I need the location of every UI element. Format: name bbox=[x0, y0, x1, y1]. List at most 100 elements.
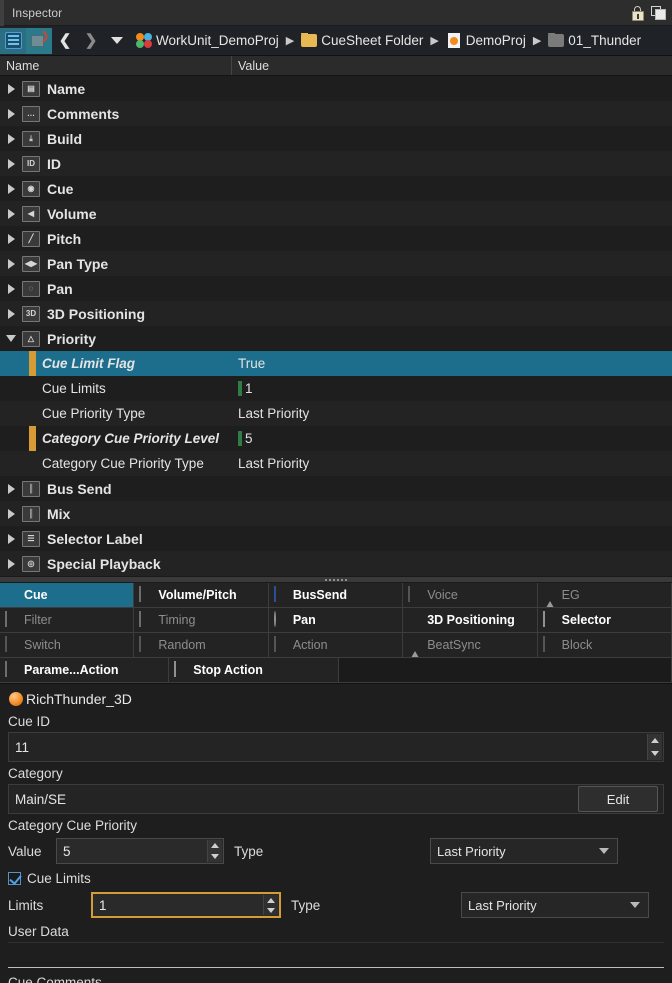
tree-row-value-cell[interactable]: Last Priority bbox=[238, 401, 309, 426]
tree-row-value-cell[interactable]: Last Priority bbox=[238, 451, 309, 476]
limits-type-select[interactable]: Last Priority bbox=[461, 892, 649, 918]
tab-cue[interactable]: Cue bbox=[0, 583, 135, 608]
tree-row-pitch[interactable]: ╱ Pitch bbox=[0, 226, 672, 251]
tree-row-value-cell[interactable]: True bbox=[238, 351, 265, 376]
limits-stepper[interactable] bbox=[263, 895, 278, 915]
tree-row-priority[interactable]: △ Priority bbox=[0, 326, 672, 351]
edit-button[interactable]: Edit bbox=[578, 786, 658, 812]
tree-row-label: Build bbox=[47, 130, 82, 147]
expand-arrow[interactable] bbox=[0, 483, 22, 494]
breadcrumb-item-workunit[interactable]: WorkUnit_DemoProj bbox=[136, 33, 279, 48]
3d-positioning-icon: 3D bbox=[22, 305, 40, 322]
breadcrumb-label: CueSheet Folder bbox=[321, 33, 424, 48]
tab-action[interactable]: Action bbox=[268, 633, 404, 658]
expand-arrow[interactable] bbox=[0, 133, 22, 144]
tree-row-build[interactable]: ⤓ Build bbox=[0, 126, 672, 151]
tree-row-pan[interactable]: ◌ Pan bbox=[0, 276, 672, 301]
cue-limits-checkbox-row[interactable]: Cue Limits bbox=[8, 866, 664, 890]
expand-arrow[interactable] bbox=[0, 233, 22, 244]
tree-row-value-cell[interactable]: 5 bbox=[238, 426, 253, 451]
tab-bussend[interactable]: BusSend bbox=[268, 583, 404, 608]
dropdown-button[interactable] bbox=[104, 28, 130, 54]
tab-random[interactable]: Random bbox=[134, 633, 269, 658]
cue-id-stepper[interactable] bbox=[647, 734, 662, 760]
tab-parame-action[interactable]: Parame...Action bbox=[0, 658, 170, 683]
parameter-action-icon bbox=[4, 661, 20, 678]
tab-timing[interactable]: Timing bbox=[134, 608, 269, 633]
expand-arrow[interactable] bbox=[0, 208, 22, 219]
tree-row-cue-limit-flag[interactable]: Cue Limit Flag True bbox=[0, 351, 672, 376]
column-header-value[interactable]: Value bbox=[232, 56, 672, 75]
tab-stop-action[interactable]: Stop Action bbox=[169, 658, 339, 683]
tab-label: Parame...Action bbox=[24, 663, 119, 677]
expand-arrow[interactable] bbox=[0, 283, 22, 294]
tab-label: Timing bbox=[158, 613, 196, 627]
limits-value-input[interactable]: 1 bbox=[91, 892, 281, 918]
tree-row-volume[interactable]: ◀ Volume bbox=[0, 201, 672, 226]
tree-row-category-cue-priority-type[interactable]: Category Cue Priority Type Last Priority bbox=[0, 451, 672, 476]
tab-selector[interactable]: Selector bbox=[537, 608, 672, 633]
tree-row-name[interactable]: ▤ Name bbox=[0, 76, 672, 101]
user-data-input[interactable] bbox=[8, 942, 664, 968]
category-priority-type-select[interactable]: Last Priority bbox=[430, 838, 618, 864]
tree-row-mix[interactable]: ║ Mix bbox=[0, 501, 672, 526]
expand-arrow[interactable] bbox=[0, 108, 22, 119]
breadcrumb-item-demoproj[interactable]: DemoProj bbox=[446, 33, 526, 48]
tab-block[interactable]: Block bbox=[537, 633, 672, 658]
tree-row-3d-positioning[interactable]: 3D 3D Positioning bbox=[0, 301, 672, 326]
breadcrumb-item-cuesheet-folder[interactable]: CueSheet Folder bbox=[301, 33, 423, 48]
expand-arrow[interactable] bbox=[0, 83, 22, 94]
tab-volume-pitch[interactable]: Volume/Pitch bbox=[134, 583, 269, 608]
expand-arrow[interactable] bbox=[0, 533, 22, 544]
volume-icon: ◀ bbox=[22, 205, 40, 222]
panel-splitter[interactable] bbox=[0, 576, 672, 583]
column-header-name[interactable]: Name bbox=[0, 56, 232, 75]
tab-eg[interactable]: EG bbox=[537, 583, 672, 608]
tree-row-cue-priority-type[interactable]: Cue Priority Type Last Priority bbox=[0, 401, 672, 426]
back-button[interactable]: ❮ bbox=[52, 28, 78, 54]
tab-switch[interactable]: Switch bbox=[0, 633, 135, 658]
float-window-icon[interactable] bbox=[651, 6, 666, 20]
category-field[interactable]: Main/SE Edit bbox=[8, 784, 664, 814]
tab-beatsync[interactable]: BeatSync bbox=[403, 633, 538, 658]
tab-filter[interactable]: Filter bbox=[0, 608, 135, 633]
tab-3d-positioning[interactable]: 3D Positioning bbox=[403, 608, 538, 633]
undo-button[interactable] bbox=[26, 27, 52, 54]
category-priority-value-input[interactable]: 5 bbox=[56, 838, 224, 864]
tree-row-value-cell[interactable]: 1 bbox=[238, 376, 253, 401]
filter-icon bbox=[4, 611, 20, 628]
stop-action-icon bbox=[173, 661, 189, 678]
tree-row-pan-type[interactable]: ◀▶ Pan Type bbox=[0, 251, 672, 276]
tab-pan[interactable]: Pan bbox=[268, 608, 404, 633]
cue-id-input[interactable]: 11 bbox=[8, 732, 664, 762]
list-view-button[interactable] bbox=[0, 27, 26, 54]
cue-limits-checkbox[interactable] bbox=[8, 871, 21, 885]
category-priority-stepper[interactable] bbox=[207, 840, 222, 862]
cue-id-value: 11 bbox=[15, 739, 30, 755]
expand-arrow[interactable] bbox=[0, 258, 22, 269]
tree-row-bus-send[interactable]: ║ Bus Send bbox=[0, 476, 672, 501]
tree-row-label: Cue bbox=[47, 180, 74, 197]
tree-row-id[interactable]: ID ID bbox=[0, 151, 672, 176]
tree-row-special-playback[interactable]: ◎ Special Playback bbox=[0, 551, 672, 576]
breadcrumb-item-thunder[interactable]: 01_Thunder bbox=[548, 33, 641, 48]
tree-row-value: 5 bbox=[245, 431, 253, 446]
expand-arrow[interactable] bbox=[0, 508, 22, 519]
breadcrumb-toolbar: ❮ ❯ WorkUnit_DemoProj ▶ CueSheet Folder … bbox=[0, 26, 672, 56]
expand-arrow[interactable] bbox=[0, 308, 22, 319]
forward-button[interactable]: ❯ bbox=[78, 28, 104, 54]
expand-arrow[interactable] bbox=[0, 558, 22, 569]
tree-row-selector-label[interactable]: ☰ Selector Label bbox=[0, 526, 672, 551]
tree-row-comments[interactable]: … Comments bbox=[0, 101, 672, 126]
tab-label: Action bbox=[292, 638, 328, 652]
tab-empty bbox=[338, 658, 672, 683]
tab-voice[interactable]: Voice bbox=[403, 583, 538, 608]
tree-row-cue[interactable]: ◉ Cue bbox=[0, 176, 672, 201]
tree-row-cue-limits[interactable]: Cue Limits 1 bbox=[0, 376, 672, 401]
tree-row-category-cue-priority-level[interactable]: Category Cue Priority Level 5 bbox=[0, 426, 672, 451]
limits-label: Limits bbox=[8, 897, 44, 913]
lock-icon[interactable] bbox=[631, 5, 644, 21]
expand-arrow[interactable] bbox=[0, 183, 22, 194]
expand-arrow[interactable] bbox=[0, 335, 22, 342]
expand-arrow[interactable] bbox=[0, 158, 22, 169]
